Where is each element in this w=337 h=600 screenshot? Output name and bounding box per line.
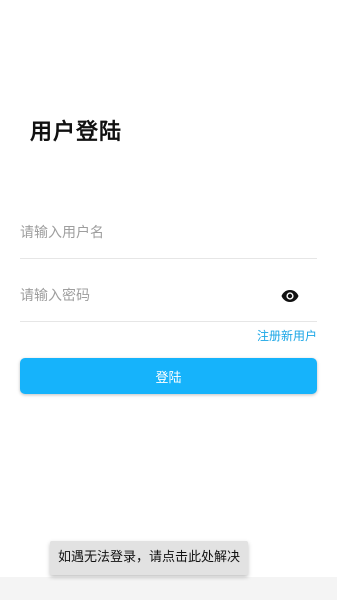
login-button[interactable]: 登陆 xyxy=(20,358,317,394)
password-input[interactable] xyxy=(20,273,270,319)
page-title: 用户登陆 xyxy=(30,120,123,145)
username-input[interactable] xyxy=(20,210,270,256)
bottom-bar xyxy=(0,577,337,600)
username-field-container xyxy=(20,210,317,259)
password-field-container xyxy=(20,273,317,322)
help-toast[interactable]: 如遇无法登录，请点击此处解决 xyxy=(50,541,248,575)
register-link[interactable]: 注册新用户 xyxy=(257,327,317,344)
eye-icon[interactable] xyxy=(281,288,299,302)
login-screen: 用户登陆 注册新用户 登陆 如遇无法登录，请点击此处解决 xyxy=(0,0,337,600)
